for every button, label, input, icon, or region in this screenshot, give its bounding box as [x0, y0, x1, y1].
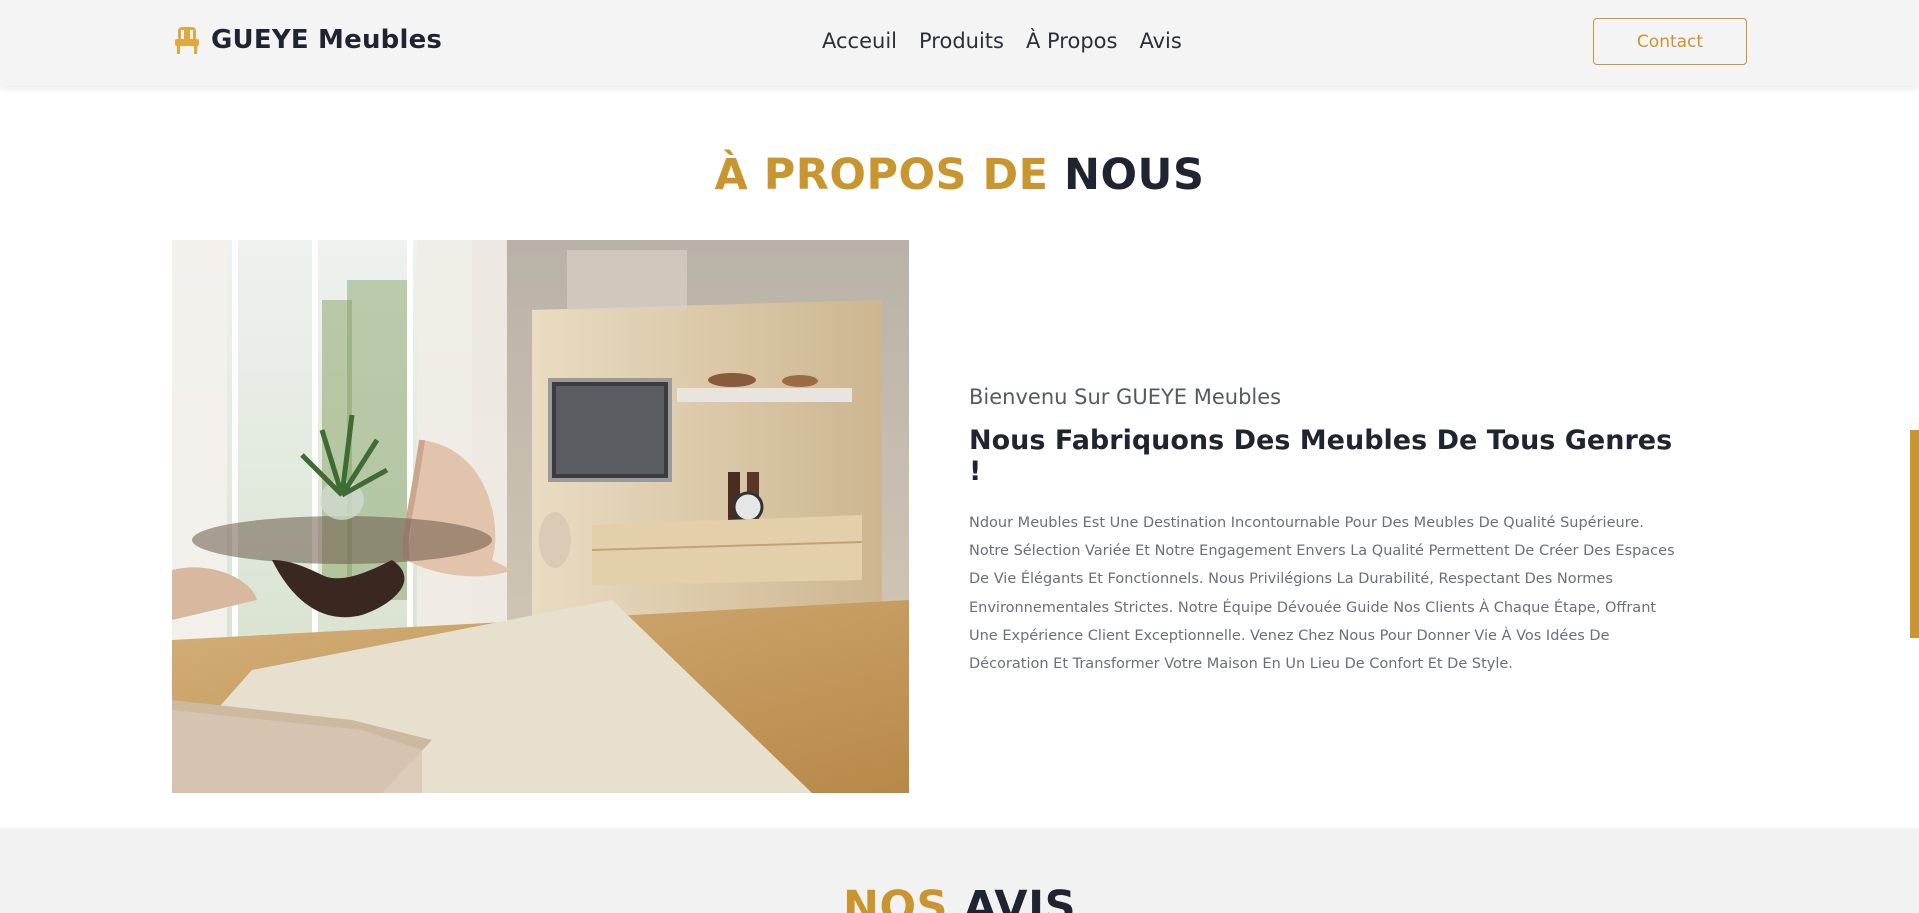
brand-name: GUEYE Meubles [211, 25, 443, 55]
reviews-title-dark: AVIS [963, 882, 1077, 913]
about-heading: Nous Fabriquons Des Meubles De Tous Genr… [969, 425, 1673, 487]
about-paragraph: Ndour Meubles Est Une Destination Incont… [969, 515, 1675, 673]
reviews-section: NOS AVIS [0, 828, 1919, 913]
contact-button[interactable]: Contact [1593, 18, 1747, 65]
brand-logo[interactable]: GUEYE Meubles [173, 22, 442, 58]
nav-link-produits[interactable]: Produits [919, 29, 1004, 53]
about-title-accent: À PROPOS DE [714, 150, 1065, 200]
about-title-dark: NOUS [1064, 150, 1205, 200]
living-room-image [172, 240, 909, 793]
nav-link-a-propos[interactable]: À Propos [1026, 29, 1117, 53]
side-scroll-tab[interactable] [1910, 430, 1919, 638]
reviews-title-accent: NOS [842, 882, 964, 913]
page: GUEYE Meubles Acceuil Produits À Propos … [0, 0, 1919, 913]
site-header: GUEYE Meubles Acceuil Produits À Propos … [0, 0, 1919, 86]
about-text-block: Bienvenu Sur GUEYE Meubles Nous Fabriquo… [969, 385, 1679, 678]
nav-link-acceuil[interactable]: Acceuil [822, 29, 897, 53]
chair-icon [175, 27, 199, 54]
about-subtitle: Bienvenu Sur GUEYE Meubles [969, 385, 1282, 409]
nav-link-avis[interactable]: Avis [1139, 29, 1181, 53]
reviews-title: NOS AVIS [0, 882, 1919, 913]
about-title: À PROPOS DE NOUS [0, 150, 1919, 200]
main-nav: Acceuil Produits À Propos Avis [822, 25, 1182, 57]
